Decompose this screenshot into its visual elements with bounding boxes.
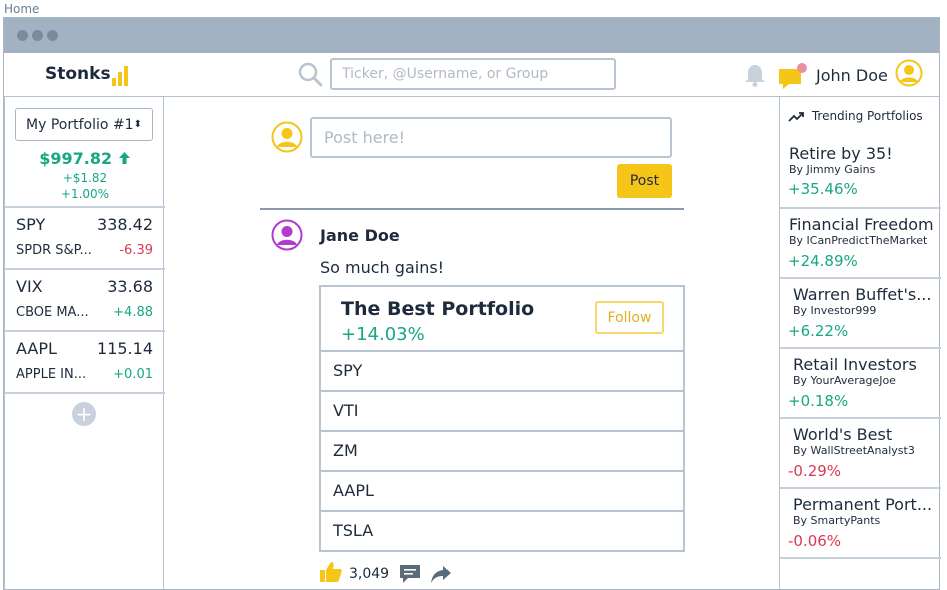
trending-portfolio-gain: +6.22% (788, 322, 849, 340)
trending-portfolio-item[interactable]: World's Best By WallStreetAnalyst3 -0.29… (780, 417, 941, 485)
trending-portfolio-gain: +0.18% (788, 392, 849, 410)
search-icon[interactable] (297, 61, 323, 87)
search-input[interactable] (330, 58, 616, 90)
holding-row[interactable]: VTI (321, 390, 683, 430)
post-button[interactable]: Post (617, 164, 672, 198)
trending-portfolio-title: World's Best (793, 425, 893, 444)
watchlist-item[interactable]: AAPL 115.14 APPLE IN... +0.01 (5, 330, 165, 394)
app-window: Stonks John Doe My Portfolio #1 (3, 17, 941, 590)
trending-portfolio-item[interactable]: Permanent Port... By SmartyPants -0.06% (780, 487, 941, 555)
stock-price: 115.14 (97, 339, 153, 358)
author-avatar-icon[interactable] (271, 219, 303, 251)
title-bar (4, 18, 939, 53)
portfolio-card-gain: +14.03% (341, 324, 425, 345)
trending-sidebar: Trending Portfolios Retire by 35! By Jim… (779, 97, 941, 589)
holding-symbol: AAPL (333, 481, 374, 500)
holding-row[interactable]: AAPL (321, 470, 683, 510)
holding-symbol: SPY (333, 361, 363, 380)
share-icon[interactable] (430, 564, 452, 584)
portfolio-value-text: $997.82 (39, 149, 113, 168)
chevron-updown-icon: ⬍ (133, 119, 142, 130)
portfolio-change-abs: +$1.82 (62, 171, 108, 185)
trending-up-icon (788, 111, 804, 122)
browser-tab-label[interactable]: Home (4, 2, 39, 16)
stock-change: +0.01 (113, 367, 153, 382)
trending-portfolio-gain: -0.29% (788, 462, 842, 480)
portfolio-value: $997.82 (5, 149, 165, 168)
messages-icon[interactable] (777, 61, 809, 91)
trending-portfolio-author: By Jimmy Gains (789, 163, 876, 176)
watchlist-item[interactable]: SPY 338.42 SPDR S&P... -6.39 (5, 206, 165, 268)
stock-symbol: VIX (16, 277, 43, 296)
arrow-up-icon (118, 152, 130, 164)
holding-row[interactable]: TSLA (321, 510, 683, 550)
portfolio-sidebar: My Portfolio #1 ⬍ $997.82 +$1.82 +1.00% … (4, 97, 165, 589)
window-control-dot[interactable] (17, 30, 28, 41)
trending-portfolio-gain: -0.06% (788, 532, 842, 550)
user-avatar-icon[interactable] (895, 59, 923, 87)
window-control-dot[interactable] (32, 30, 43, 41)
stock-price: 33.68 (107, 277, 153, 296)
like-count: 3,049 (349, 566, 390, 582)
holding-symbol: VTI (333, 401, 359, 420)
window-control-dot[interactable] (47, 30, 58, 41)
portfolio-change-pct: +1.00% (60, 187, 110, 201)
add-stock-button[interactable]: + (72, 402, 96, 426)
shared-portfolio-card[interactable]: The Best Portfolio +14.03% Follow SPY VT… (319, 285, 685, 552)
watchlist-item[interactable]: VIX 33.68 CBOE MA... +4.88 (5, 268, 165, 330)
stock-symbol: AAPL (16, 339, 57, 358)
trending-heading-text: Trending Portfolios (811, 109, 923, 123)
trending-portfolio-gain: +35.46% (788, 180, 858, 198)
top-nav: Stonks John Doe (4, 53, 939, 97)
post-actions: 3,049 (319, 560, 519, 586)
portfolio-card-title: The Best Portfolio (341, 298, 535, 320)
trending-portfolio-item[interactable]: Warren Buffet's... By Investor999 +6.22% (780, 277, 941, 345)
holding-row[interactable]: ZM (321, 430, 683, 470)
comment-icon[interactable] (399, 564, 421, 584)
trending-portfolio-author: By Investor999 (793, 304, 877, 317)
user-name[interactable]: John Doe (816, 66, 888, 85)
trending-heading: Trending Portfolios (788, 109, 923, 123)
holding-symbol: TSLA (333, 521, 374, 540)
trending-portfolio-item[interactable]: Retire by 35! By Jimmy Gains +35.46% (780, 137, 941, 205)
stock-change: -6.39 (119, 243, 153, 258)
trending-portfolio-author: By WallStreetAnalyst3 (793, 444, 915, 457)
trending-divider (780, 557, 941, 559)
trending-portfolio-author: By YourAverageJoe (793, 374, 896, 387)
trending-portfolio-title: Retire by 35! (789, 144, 893, 163)
trending-portfolio-item[interactable]: Financial Freedom By ICanPredictTheMarke… (780, 207, 941, 275)
stock-name: SPDR S&P... (16, 243, 92, 258)
portfolio-selector[interactable]: My Portfolio #1 ⬍ (15, 108, 153, 141)
feed: Post Jane Doe So much gains! The Best Po… (164, 97, 779, 589)
feed-divider (260, 208, 684, 210)
portfolio-card-header: The Best Portfolio +14.03% Follow (321, 287, 683, 352)
post-text: So much gains! (320, 258, 445, 277)
user-avatar-icon (271, 121, 303, 153)
brand-logo-icon (112, 62, 134, 86)
stock-change: +4.88 (113, 305, 153, 320)
trending-portfolio-title: Retail Investors (793, 355, 917, 374)
stock-name: CBOE MA... (16, 305, 89, 320)
stock-price: 338.42 (97, 215, 153, 234)
post-composer-input[interactable] (310, 117, 672, 158)
trending-portfolio-title: Warren Buffet's... (793, 285, 932, 304)
thumbs-up-icon[interactable] (319, 560, 343, 584)
stock-symbol: SPY (16, 215, 46, 234)
stock-name: APPLE IN... (16, 367, 87, 382)
trending-portfolio-item[interactable]: Retail Investors By YourAverageJoe +0.18… (780, 347, 941, 415)
trending-portfolio-title: Financial Freedom (789, 215, 934, 234)
follow-button[interactable]: Follow (595, 301, 664, 334)
trending-portfolio-author: By SmartyPants (793, 514, 881, 527)
trending-portfolio-author: By ICanPredictTheMarket (789, 234, 928, 247)
holding-row[interactable]: SPY (321, 350, 683, 390)
post-author[interactable]: Jane Doe (320, 226, 400, 245)
bell-icon[interactable] (742, 62, 768, 88)
brand-name[interactable]: Stonks (45, 64, 111, 84)
trending-portfolio-gain: +24.89% (788, 252, 858, 270)
trending-portfolio-title: Permanent Port... (793, 495, 933, 514)
portfolio-selector-value: My Portfolio #1 (26, 117, 134, 133)
holding-symbol: ZM (333, 441, 358, 460)
